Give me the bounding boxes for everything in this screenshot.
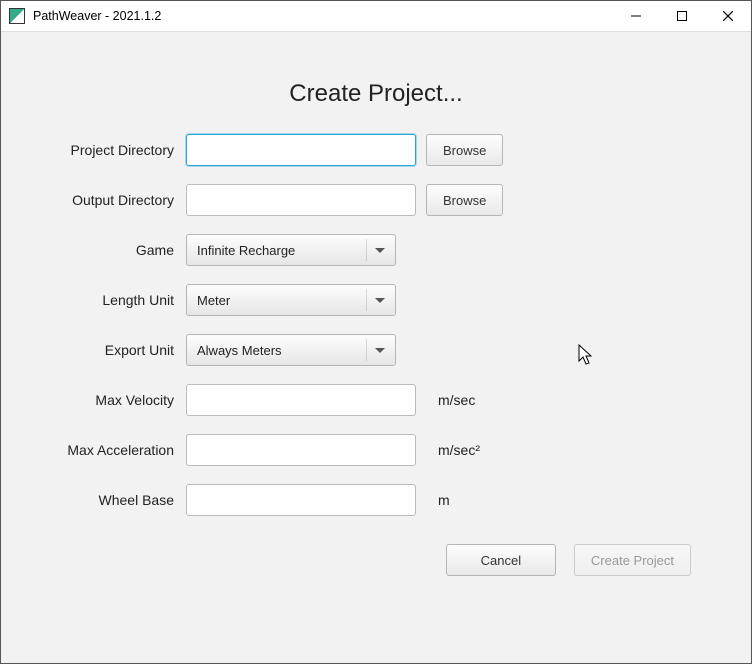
label-project-directory: Project Directory	[51, 142, 186, 158]
output-directory-input[interactable]	[186, 184, 416, 216]
chevron-down-icon	[375, 298, 385, 303]
export-unit-select[interactable]: Always Meters	[186, 334, 396, 366]
field-wrap: m/sec²	[186, 434, 480, 466]
wheel-base-input[interactable]	[186, 484, 416, 516]
row-game: Game Infinite Recharge	[51, 234, 701, 266]
maximize-icon	[677, 11, 687, 21]
app-icon	[9, 8, 25, 24]
field-wrap: m/sec	[186, 384, 475, 416]
max-acceleration-input[interactable]	[186, 434, 416, 466]
field-wrap: m	[186, 484, 450, 516]
label-max-acceleration: Max Acceleration	[51, 442, 186, 458]
row-output-directory: Output Directory Browse	[51, 184, 701, 216]
label-length-unit: Length Unit	[51, 292, 186, 308]
length-unit-select-value: Meter	[197, 293, 375, 308]
close-button[interactable]	[705, 1, 751, 32]
footer-buttons: Cancel Create Project	[51, 544, 701, 576]
close-icon	[723, 11, 733, 21]
field-wrap: Infinite Recharge	[186, 234, 396, 266]
minimize-icon	[631, 11, 641, 21]
game-select-value: Infinite Recharge	[197, 243, 375, 258]
label-max-velocity: Max Velocity	[51, 392, 186, 408]
field-wrap: Always Meters	[186, 334, 396, 366]
field-wrap: Browse	[186, 134, 503, 166]
combo-divider	[366, 239, 367, 261]
label-output-directory: Output Directory	[51, 192, 186, 208]
row-max-acceleration: Max Acceleration m/sec²	[51, 434, 701, 466]
length-unit-select[interactable]: Meter	[186, 284, 396, 316]
row-wheel-base: Wheel Base m	[51, 484, 701, 516]
titlebar: PathWeaver - 2021.1.2	[1, 1, 751, 32]
field-wrap: Browse	[186, 184, 503, 216]
row-length-unit: Length Unit Meter	[51, 284, 701, 316]
combo-divider	[366, 289, 367, 311]
combo-divider	[366, 339, 367, 361]
browse-project-directory-button[interactable]: Browse	[426, 134, 503, 166]
unit-max-velocity: m/sec	[438, 392, 475, 408]
chevron-down-icon	[375, 248, 385, 253]
page-title: Create Project...	[51, 80, 701, 108]
maximize-button[interactable]	[659, 1, 705, 32]
label-export-unit: Export Unit	[51, 342, 186, 358]
app-window: PathWeaver - 2021.1.2 Create Project... …	[0, 0, 752, 664]
project-directory-input[interactable]	[186, 134, 416, 166]
unit-max-acceleration: m/sec²	[438, 442, 480, 458]
client-area: Create Project... Project Directory Brow…	[1, 32, 751, 663]
row-export-unit: Export Unit Always Meters	[51, 334, 701, 366]
window-title: PathWeaver - 2021.1.2	[33, 9, 161, 23]
minimize-button[interactable]	[613, 1, 659, 32]
export-unit-select-value: Always Meters	[197, 343, 375, 358]
field-wrap: Meter	[186, 284, 396, 316]
label-game: Game	[51, 242, 186, 258]
max-velocity-input[interactable]	[186, 384, 416, 416]
unit-wheel-base: m	[438, 492, 450, 508]
chevron-down-icon	[375, 348, 385, 353]
label-wheel-base: Wheel Base	[51, 492, 186, 508]
cancel-button[interactable]: Cancel	[446, 544, 556, 576]
row-project-directory: Project Directory Browse	[51, 134, 701, 166]
row-max-velocity: Max Velocity m/sec	[51, 384, 701, 416]
create-project-button[interactable]: Create Project	[574, 544, 691, 576]
browse-output-directory-button[interactable]: Browse	[426, 184, 503, 216]
game-select[interactable]: Infinite Recharge	[186, 234, 396, 266]
